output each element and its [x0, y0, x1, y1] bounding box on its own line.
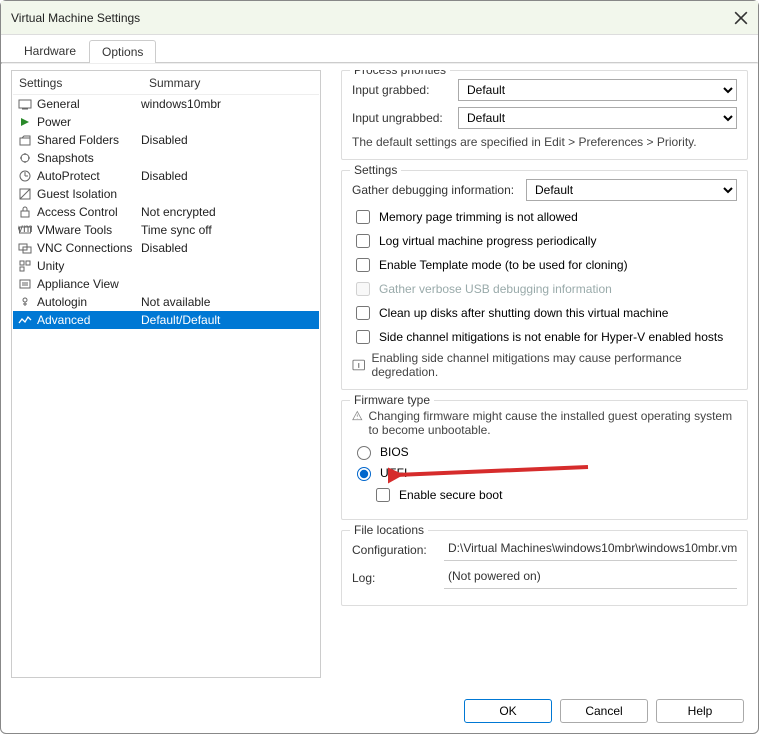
checkbox-side-channel[interactable] [356, 330, 370, 344]
list-item-summary: Disabled [141, 133, 319, 147]
label-bios: BIOS [380, 445, 409, 459]
list-item-name: General [37, 97, 141, 111]
list-item-general[interactable]: Generalwindows10mbr [13, 95, 319, 113]
list-item-name: Power [37, 115, 141, 129]
label-template-mode: Enable Template mode (to be used for clo… [379, 258, 628, 272]
list-item-guest-isolation[interactable]: Guest Isolation [13, 185, 319, 203]
svg-text:vm: vm [18, 223, 32, 235]
help-button[interactable]: Help [656, 699, 744, 723]
list-item-access-control[interactable]: Access ControlNot encrypted [13, 203, 319, 221]
cancel-button[interactable]: Cancel [560, 699, 648, 723]
checkbox-memory-trim[interactable] [356, 210, 370, 224]
list-item-summary: Default/Default [141, 313, 319, 327]
label-memory-trim: Memory page trimming is not allowed [379, 210, 578, 224]
list-item-summary: Not encrypted [141, 205, 319, 219]
appliance-icon [17, 276, 33, 292]
list-item-name: Shared Folders [37, 133, 141, 147]
snap-icon [17, 150, 33, 166]
select-gather-debug[interactable]: Default [526, 179, 737, 201]
list-item-name: Access Control [37, 205, 141, 219]
list-item-unity[interactable]: Unity [13, 257, 319, 275]
guest-icon [17, 186, 33, 202]
tab-hardware[interactable]: Hardware [11, 39, 89, 62]
list-item-summary: Disabled [141, 241, 319, 255]
label-log-progress: Log virtual machine progress periodicall… [379, 234, 596, 248]
checkbox-usb-debug [356, 282, 370, 296]
list-item-name: Snapshots [37, 151, 141, 165]
checkbox-log-progress[interactable] [356, 234, 370, 248]
list-item-summary: windows10mbr [141, 97, 319, 111]
tab-options[interactable]: Options [89, 40, 156, 63]
list-item-name: Advanced [37, 313, 141, 327]
list-header: Settings Summary [13, 72, 319, 95]
select-input-grabbed[interactable]: Default [458, 79, 737, 101]
priority-note: The default settings are specified in Ed… [352, 135, 737, 149]
group-file-locations: File locations [350, 523, 428, 537]
label-input-ungrabbed: Input ungrabbed: [352, 111, 452, 125]
autologin-icon [17, 294, 33, 310]
list-item-autoprotect[interactable]: AutoProtectDisabled [13, 167, 319, 185]
list-item-name: VNC Connections [37, 241, 141, 255]
close-icon[interactable] [734, 11, 748, 25]
auto-icon [17, 168, 33, 184]
general-icon [17, 96, 33, 112]
side-channel-info: Enabling side channel mitigations may ca… [371, 351, 737, 379]
list-item-power[interactable]: Power [13, 113, 319, 131]
list-item-vnc-connections[interactable]: VNC ConnectionsDisabled [13, 239, 319, 257]
header-summary: Summary [143, 72, 319, 94]
checkbox-cleanup-disks[interactable] [356, 306, 370, 320]
list-item-name: AutoProtect [37, 169, 141, 183]
label-usb-debug: Gather verbose USB debugging information [379, 282, 612, 296]
list-item-name: Appliance View [37, 277, 141, 291]
list-item-name: VMware Tools [37, 223, 141, 237]
label-input-grabbed: Input grabbed: [352, 83, 452, 97]
vnc-icon [17, 240, 33, 256]
advanced-icon [17, 312, 33, 328]
label-uefi: UEFI [380, 466, 407, 480]
value-log: (Not powered on) [444, 567, 737, 589]
power-icon [17, 114, 33, 130]
list-item-summary: Disabled [141, 169, 319, 183]
shared-icon [17, 132, 33, 148]
firmware-warning: Changing firmware might cause the instal… [369, 409, 737, 437]
warning-icon [352, 409, 363, 423]
list-item-snapshots[interactable]: Snapshots [13, 149, 319, 167]
list-item-autologin[interactable]: AutologinNot available [13, 293, 319, 311]
settings-list: Settings Summary Generalwindows10mbrPowe… [11, 70, 321, 678]
checkbox-secure-boot[interactable] [376, 488, 390, 502]
unity-icon [17, 258, 33, 274]
vmtools-icon: vm [17, 222, 33, 238]
label-secure-boot: Enable secure boot [399, 488, 502, 502]
info-icon [352, 358, 365, 372]
list-item-vmware-tools[interactable]: vm VMware ToolsTime sync off [13, 221, 319, 239]
list-item-name: Guest Isolation [37, 187, 141, 201]
list-item-name: Autologin [37, 295, 141, 309]
list-item-shared-folders[interactable]: Shared FoldersDisabled [13, 131, 319, 149]
window-title: Virtual Machine Settings [11, 11, 734, 25]
group-firmware-type: Firmware type [350, 393, 434, 407]
list-item-summary: Time sync off [141, 223, 319, 237]
radio-uefi[interactable] [357, 467, 371, 481]
list-item-name: Unity [37, 259, 141, 273]
group-process-priorities: Process priorities [350, 70, 450, 77]
value-configuration: D:\Virtual Machines\windows10mbr\windows… [444, 539, 737, 561]
label-configuration: Configuration: [352, 543, 436, 557]
label-side-channel: Side channel mitigations is not enable f… [379, 330, 723, 344]
label-gather-debug: Gather debugging information: [352, 183, 520, 197]
label-cleanup-disks: Clean up disks after shutting down this … [379, 306, 668, 320]
ok-button[interactable]: OK [464, 699, 552, 723]
radio-bios[interactable] [357, 446, 371, 460]
list-item-advanced[interactable]: AdvancedDefault/Default [13, 311, 319, 329]
access-icon [17, 204, 33, 220]
list-item-appliance-view[interactable]: Appliance View [13, 275, 319, 293]
group-settings: Settings [350, 163, 401, 177]
checkbox-template-mode[interactable] [356, 258, 370, 272]
header-settings: Settings [13, 72, 143, 94]
select-input-ungrabbed[interactable]: Default [458, 107, 737, 129]
list-item-summary: Not available [141, 295, 319, 309]
label-log: Log: [352, 571, 436, 585]
